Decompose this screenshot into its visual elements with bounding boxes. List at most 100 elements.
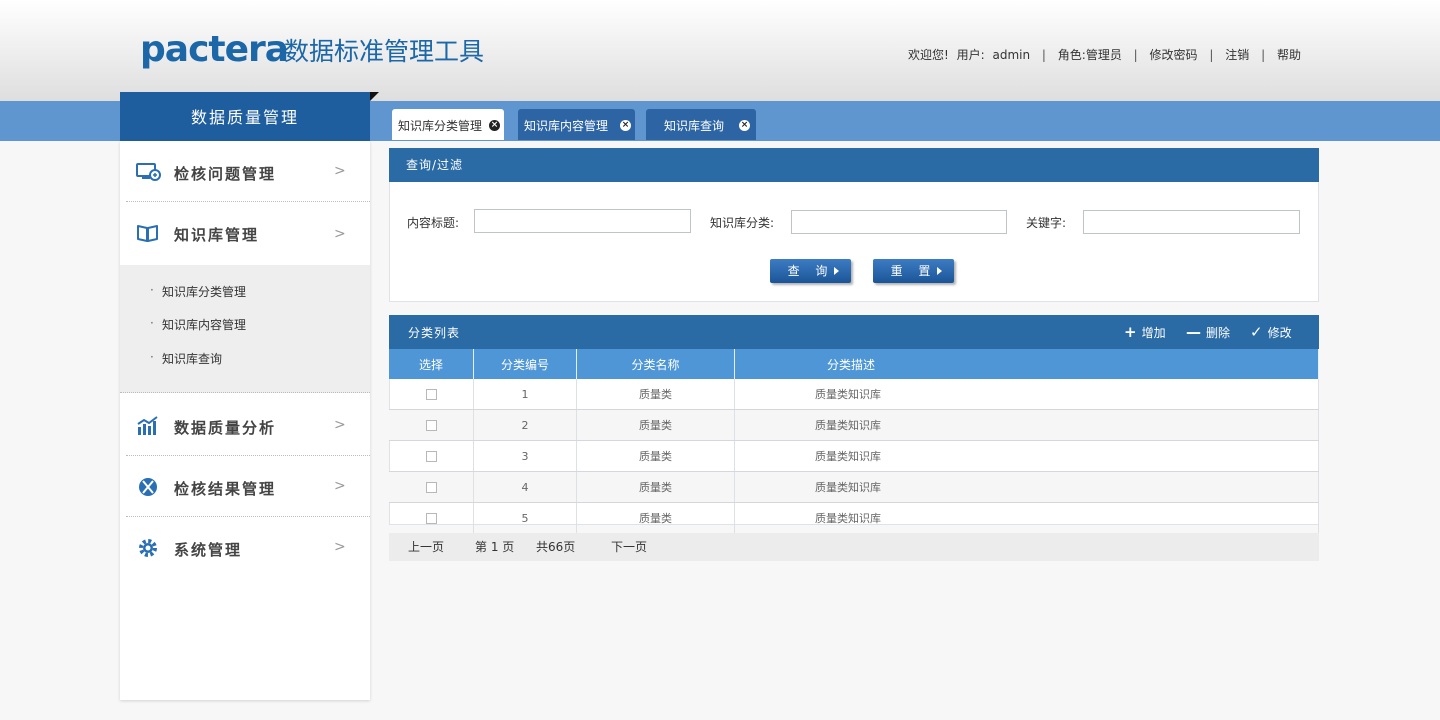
query-panel-header: 查询/过滤 — [389, 148, 1319, 182]
sidebar-item-quality-analysis[interactable]: 数据质量分析 > — [120, 395, 370, 456]
row-checkbox[interactable] — [425, 420, 437, 431]
category-table: 选择 分类编号 分类名称 分类描述 1 质量类 质量类知识库 2 质量类 质量类… — [389, 349, 1319, 534]
reset-button-label: 重 置 — [890, 264, 937, 278]
name-cell: 质量类 — [576, 502, 735, 534]
minus-icon: — — [1186, 323, 1201, 341]
gear-icon — [136, 537, 160, 559]
divider: | — [1133, 48, 1138, 62]
play-icon — [937, 267, 942, 275]
row-checkbox[interactable] — [425, 389, 437, 400]
sidebar-item-label: 检核结果管理 — [174, 480, 277, 498]
bar-chart-icon — [136, 415, 160, 437]
monitor-icon — [136, 161, 161, 183]
table-row[interactable]: 3 质量类 质量类知识库 — [389, 440, 1319, 472]
content-title-label: 内容标题: — [407, 216, 460, 230]
pagination: 上一页 第 1 页 共66页 下一页 — [389, 533, 1319, 561]
content-title-input[interactable] — [474, 209, 691, 233]
help-link[interactable]: 帮助 — [1277, 48, 1301, 62]
sidebar-item-label: 数据质量分析 — [174, 419, 277, 437]
select-cell — [389, 409, 474, 441]
next-page-link[interactable]: 下一页 — [611, 533, 647, 561]
column-header-select: 选择 — [389, 349, 474, 379]
tab-category-management[interactable]: 知识库分类管理 × — [392, 109, 504, 140]
divider: | — [1041, 48, 1046, 62]
row-checkbox[interactable] — [425, 451, 437, 462]
chevron-right-icon: > — [334, 539, 346, 555]
xbox-icon — [136, 476, 160, 498]
sidebar-item-knowledge-management[interactable]: 知识库管理 > — [120, 202, 370, 265]
desc-cell: 质量类知识库 — [734, 471, 1319, 503]
category-input[interactable] — [791, 210, 1007, 234]
pactera-logo: pactera — [140, 29, 289, 70]
sidebar-item-result-management[interactable]: 检核结果管理 > — [120, 456, 370, 517]
welcome-text: 欢迎您! — [907, 48, 949, 62]
current-page: 第 1 页 — [475, 540, 515, 554]
edit-button[interactable]: ✓ 修改 — [1250, 315, 1292, 350]
chevron-right-icon: > — [334, 226, 346, 242]
category-label: 知识库分类: — [710, 216, 775, 230]
table-row[interactable]: 2 质量类 质量类知识库 — [389, 409, 1319, 441]
category-list-panel: 分类列表 + 增加 — 删除 ✓ 修改 选择 分类编号 分类名称 分类描述 1 质量类… — [389, 315, 1319, 534]
name-cell: 质量类 — [576, 471, 735, 503]
panel-title: 分类列表 — [408, 326, 461, 340]
column-header-name: 分类名称 — [576, 349, 735, 379]
desc-cell: 质量类知识库 — [734, 409, 1319, 441]
select-cell — [389, 502, 474, 534]
tab-content-management[interactable]: 知识库内容管理 × — [518, 109, 635, 140]
desc-cell: 质量类知识库 — [734, 379, 1319, 410]
desc-cell: 质量类知识库 — [734, 440, 1319, 472]
select-cell — [389, 440, 474, 472]
chevron-right-icon: > — [334, 417, 346, 433]
prev-page-link[interactable]: 上一页 — [408, 533, 444, 561]
keyword-input[interactable] — [1083, 210, 1300, 234]
logout-link[interactable]: 注销 — [1225, 48, 1249, 62]
name-cell: 质量类 — [576, 379, 735, 410]
add-label: 增加 — [1141, 326, 1166, 340]
user-label: 用户: — [956, 48, 985, 62]
column-header-desc: 分类描述 — [734, 349, 1319, 379]
table-row[interactable]: 1 质量类 质量类知识库 — [389, 379, 1319, 410]
name-cell: 质量类 — [576, 440, 735, 472]
row-checkbox[interactable] — [425, 482, 437, 493]
tab-label: 知识库分类管理 — [398, 119, 483, 133]
sidebar-item-system-management[interactable]: 系统管理 > — [120, 517, 370, 578]
table-row[interactable]: 5 质量类 质量类知识库 — [389, 502, 1319, 534]
delete-button[interactable]: — 删除 — [1186, 315, 1230, 350]
panel-title: 查询/过滤 — [406, 158, 464, 172]
sidebar-title-corner — [370, 92, 379, 101]
search-button-label: 查 询 — [787, 264, 834, 278]
table-row[interactable]: 4 质量类 质量类知识库 — [389, 471, 1319, 503]
user-name: admin — [992, 48, 1031, 62]
play-icon — [834, 267, 839, 275]
app-header: pactera 数据标准管理工具 欢迎您! 用户: admin | 角色:管理员… — [0, 0, 1440, 101]
submenu-item-category[interactable]: 知识库分类管理 — [150, 283, 246, 300]
change-password-link[interactable]: 修改密码 — [1150, 48, 1198, 62]
total-pages: 共66页 — [536, 540, 576, 554]
sidebar-item-issue-management[interactable]: 检核问题管理 > — [120, 141, 370, 202]
user-bar: 欢迎您! 用户: admin | 角色:管理员 | 修改密码 | 注销 | 帮助 — [906, 46, 1303, 63]
reset-button[interactable]: 重 置 — [873, 259, 954, 283]
select-cell — [389, 379, 474, 410]
query-panel: 查询/过滤 内容标题: 知识库分类: 关键字: 查 询 重 置 — [389, 148, 1319, 302]
search-button[interactable]: 查 询 — [770, 259, 851, 283]
chevron-right-icon: > — [334, 163, 346, 179]
chevron-right-icon: > — [334, 478, 346, 494]
close-icon[interactable]: × — [489, 120, 500, 131]
submenu-item-content[interactable]: 知识库内容管理 — [150, 316, 246, 333]
id-cell: 4 — [473, 471, 577, 503]
tab-knowledge-query[interactable]: 知识库查询 × — [646, 109, 756, 140]
close-icon[interactable]: × — [739, 120, 750, 131]
table-header-row: 选择 分类编号 分类名称 分类描述 — [389, 349, 1319, 379]
id-cell: 5 — [473, 502, 577, 534]
add-button[interactable]: + 增加 — [1124, 315, 1166, 350]
plus-icon: + — [1124, 323, 1137, 341]
submenu-item-query[interactable]: 知识库查询 — [150, 350, 222, 367]
id-cell: 3 — [473, 440, 577, 472]
row-checkbox[interactable] — [425, 513, 437, 524]
id-cell: 1 — [473, 379, 577, 410]
edit-label: 修改 — [1267, 326, 1292, 340]
close-icon[interactable]: × — [620, 120, 631, 131]
sidebar-item-label: 检核问题管理 — [174, 165, 277, 183]
id-cell: 2 — [473, 409, 577, 441]
tab-label: 知识库查询 — [664, 119, 725, 133]
